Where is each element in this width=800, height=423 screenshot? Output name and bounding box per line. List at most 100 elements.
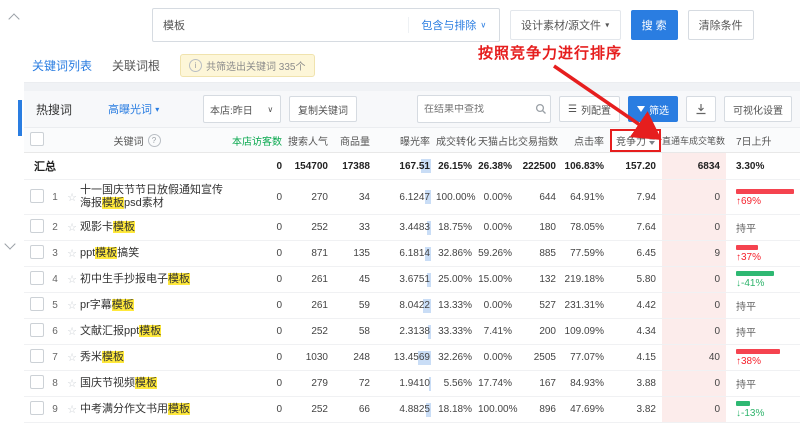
select-all-checkbox[interactable] (30, 132, 44, 146)
column-header-trade-index[interactable]: 交易指数 (518, 133, 562, 148)
search-popularity-cell: 1030 (288, 352, 334, 363)
row-checkbox[interactable] (30, 189, 44, 203)
tab-keyword-list[interactable]: 关键词列表 (32, 57, 92, 74)
keyword-cell[interactable]: 文献汇报ppt模板 (80, 325, 228, 338)
word-type-dropdown[interactable]: 高曝光词 ▾ (108, 101, 160, 117)
row-index: 2 (46, 222, 64, 233)
keyword-cell[interactable]: 秀米模板 (80, 351, 228, 364)
column-header-tmall-share[interactable]: 天猫占比 (478, 133, 518, 148)
visitors-cell: 0 (228, 274, 288, 285)
column-header-item-count[interactable]: 商品量 (334, 133, 376, 148)
visualization-settings-button[interactable]: 可视化设置 (724, 96, 792, 122)
column-header-exposure-rate[interactable]: 曝光率 (376, 133, 436, 148)
chevron-down-icon: ∨ (481, 20, 487, 30)
trend-cell: ↑38% (726, 345, 800, 370)
keyword-search-input[interactable] (153, 19, 408, 31)
ppc-orders-cell: 0 (662, 267, 726, 292)
keyword-cell[interactable]: ppt模板搞笑 (80, 247, 228, 260)
row-checkbox[interactable] (30, 297, 44, 311)
keyword-cell[interactable]: 观影卡模板 (80, 221, 228, 234)
collapse-down-icon[interactable] (4, 238, 15, 249)
row-checkbox[interactable] (30, 375, 44, 389)
column-config-button[interactable]: ☰ 列配置 (559, 96, 620, 122)
collapse-up-icon[interactable] (8, 13, 19, 24)
trend-bar (736, 271, 774, 276)
ctr-cell: 77.07% (562, 352, 610, 363)
trend-value: ↑69% (736, 196, 800, 207)
row-checkbox[interactable] (30, 349, 44, 363)
column-header-ctr[interactable]: 点击率 (562, 133, 610, 148)
row-checkbox[interactable] (30, 245, 44, 259)
table-row: 1☆十一国庆节节日放假通知宣传海报模板psd素材0270346.1247100.… (24, 180, 800, 215)
conversion-cell: 13.33% (436, 300, 478, 311)
keyword-cell[interactable]: 国庆节视频模板 (80, 377, 228, 390)
exposure-rate-cell: 3.6751 (376, 274, 436, 285)
trend-value: 持平 (736, 298, 800, 313)
column-header-search-popularity[interactable]: 搜索人气 (288, 133, 334, 148)
visitors-cell: 0 (228, 378, 288, 389)
copy-keywords-button[interactable]: 复制关键词 (289, 96, 357, 122)
table-row: 6☆文献汇报ppt模板0252582.313833.33%7.41%200109… (24, 319, 800, 345)
row-checkbox[interactable] (30, 401, 44, 415)
visitors-cell: 0 (228, 222, 288, 233)
ctr-cell: 84.93% (562, 378, 610, 389)
sort-icon[interactable] (649, 136, 655, 145)
row-checkbox[interactable] (30, 271, 44, 285)
row-checkbox[interactable] (30, 323, 44, 337)
table-toolbar: 热搜词 高曝光词 ▾ 本店:昨日 ∨ 复制关键词 (24, 91, 800, 128)
search-popularity-cell: 154700 (288, 161, 334, 172)
tmall-share-cell: 0.00% (478, 352, 518, 363)
find-in-results-input[interactable] (418, 104, 532, 115)
competitiveness-cell: 5.80 (610, 274, 662, 285)
keyword-cell[interactable]: pr字幕模板 (80, 299, 228, 312)
scope-select[interactable]: 本店:昨日 ∨ (203, 95, 281, 123)
star-icon[interactable]: ☆ (64, 325, 80, 338)
trend-value: ↑37% (736, 252, 800, 263)
column-header-ppc-orders[interactable]: 直通车成交笔数 (662, 134, 726, 147)
active-menu-indicator (18, 100, 22, 136)
category-dropdown[interactable]: 设计素材/源文件 ▾ (510, 10, 621, 40)
ppc-orders-cell: 0 (662, 215, 726, 240)
trend-cell: 持平 (726, 215, 800, 240)
star-icon[interactable]: ☆ (64, 377, 80, 390)
top-search-bar: 包含与排除 ∨ 设计素材/源文件 ▾ 搜 索 清除条件 (24, 0, 800, 48)
search-popularity-cell: 252 (288, 222, 334, 233)
column-header-competitiveness[interactable]: 竞争力 (610, 129, 662, 152)
conversion-cell: 26.15% (436, 161, 478, 172)
search-icon[interactable] (532, 102, 550, 116)
column-header-keyword[interactable]: 关键词 ? (46, 133, 228, 148)
star-icon[interactable]: ☆ (64, 247, 80, 260)
search-button[interactable]: 搜 索 (631, 10, 678, 40)
row-checkbox[interactable] (30, 219, 44, 233)
tab-related-roots[interactable]: 关联词根 (112, 57, 160, 74)
trend-bar (736, 349, 780, 354)
star-icon[interactable]: ☆ (64, 273, 80, 286)
annotation-text: 按照竞争力进行排序 (478, 42, 622, 63)
column-header-conversion[interactable]: 成交转化 (436, 133, 478, 148)
conversion-cell: 25.00% (436, 274, 478, 285)
filter-button[interactable]: 筛选 (628, 96, 678, 122)
star-icon[interactable]: ☆ (64, 191, 80, 204)
keyword-cell[interactable]: 十一国庆节节日放假通知宣传海报模板psd素材 (80, 184, 228, 210)
item-count-cell: 72 (334, 378, 376, 389)
visitors-cell: 0 (228, 326, 288, 337)
column-header-7day-trend[interactable]: 7日上升 (726, 133, 800, 148)
ppc-orders-cell: 9 (662, 241, 726, 266)
keyword-cell[interactable]: 初中生手抄报电子模板 (80, 273, 228, 286)
keyword-cell[interactable]: 中考满分作文书用模板 (80, 403, 228, 416)
clear-conditions-button[interactable]: 清除条件 (688, 10, 754, 40)
export-button[interactable] (686, 96, 716, 122)
star-icon[interactable]: ☆ (64, 403, 80, 416)
exposure-rate-cell: 2.3138 (376, 326, 436, 337)
tmall-share-cell: 7.41% (478, 326, 518, 337)
summary-label: 汇总 (24, 158, 228, 174)
visitors-cell: 0 (228, 352, 288, 363)
star-icon[interactable]: ☆ (64, 351, 80, 364)
star-icon[interactable]: ☆ (64, 299, 80, 312)
include-exclude-dropdown[interactable]: 包含与排除 ∨ (408, 17, 499, 33)
search-popularity-cell: 270 (288, 192, 334, 203)
column-header-visitors[interactable]: 本店访客数 (228, 133, 288, 148)
star-icon[interactable]: ☆ (64, 221, 80, 234)
visitors-cell: 0 (228, 404, 288, 415)
item-count-cell: 34 (334, 192, 376, 203)
